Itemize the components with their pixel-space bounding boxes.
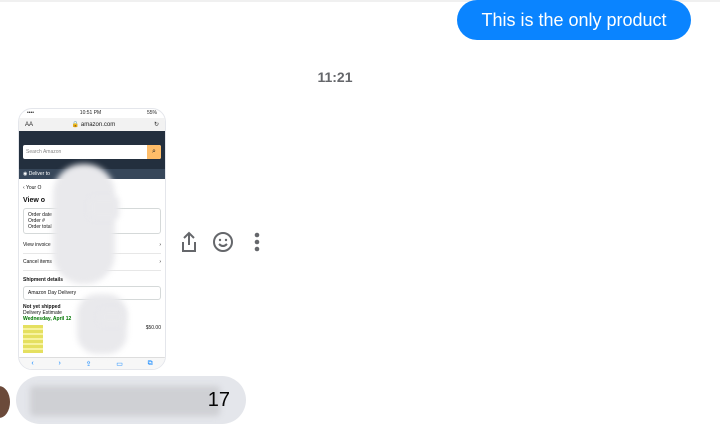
phone-url-bar: AA 🔒 amazon.com ↻: [19, 118, 165, 131]
phone-breadcrumb-text: Your O: [25, 185, 42, 191]
chevron-right-icon: ›: [159, 259, 161, 265]
incoming-message-bubble[interactable]: 17: [16, 376, 246, 424]
phone-status-battery: 55%: [146, 110, 157, 116]
react-button[interactable]: [212, 230, 234, 254]
phone-cancel-items-label: Cancel items: [23, 259, 52, 265]
share-icon: [182, 231, 196, 252]
phone-url-text: amazon.com: [80, 122, 116, 128]
outgoing-message-text: This is the only product: [481, 9, 667, 30]
phone-search-box: Search Amazon ⌕: [23, 145, 161, 159]
phone-status-dots: ••••: [27, 110, 35, 116]
phone-amazon-nav: Search Amazon ⌕: [19, 131, 165, 169]
chevron-right-icon: ›: [159, 242, 161, 248]
redaction-blur: [99, 309, 125, 325]
phone-search-placeholder: Search Amazon: [26, 149, 62, 155]
emoji-icon: [213, 232, 233, 252]
phone-deliver-text: Deliver to: [28, 171, 50, 177]
tabs-icon: ⧉: [147, 359, 153, 367]
more-button[interactable]: [246, 230, 268, 254]
redaction-blur: [89, 197, 119, 219]
screenshot-attachment[interactable]: •••• 10:51 PM 55% AA 🔒 amazon.com ↻ Sear…: [18, 108, 166, 370]
phone-status-bar: •••• 10:51 PM 55%: [19, 109, 165, 118]
product-thumbnail: [23, 325, 43, 353]
more-icon: [254, 232, 260, 252]
outgoing-message-bubble[interactable]: This is the only product: [457, 0, 691, 40]
redaction-blur: [30, 386, 220, 416]
incoming-message-text: 17: [207, 389, 230, 411]
search-icon: ⌕: [147, 145, 161, 159]
avatar[interactable]: [0, 386, 10, 418]
phone-url: 🔒 amazon.com: [71, 122, 116, 128]
share-button[interactable]: [178, 230, 200, 254]
message-timestamp: 11:21: [317, 69, 353, 85]
phone-safari-toolbar: ‹ › ⇪ ▭ ⧉: [19, 357, 165, 369]
phone-status-time: 10:51 PM: [79, 110, 102, 116]
forward-icon: ›: [58, 360, 61, 367]
bookmarks-icon: ▭: [116, 360, 123, 368]
redaction-blur: [53, 164, 115, 284]
share-icon: ⇪: [85, 360, 92, 368]
back-icon: ‹: [31, 360, 34, 367]
phone-text-size: AA: [25, 121, 34, 128]
phone-view-invoice-label: View invoice: [23, 242, 51, 248]
phone-item-price: $50.00: [145, 325, 161, 331]
message-actions: [178, 230, 268, 254]
reload-icon: ↻: [153, 122, 159, 128]
